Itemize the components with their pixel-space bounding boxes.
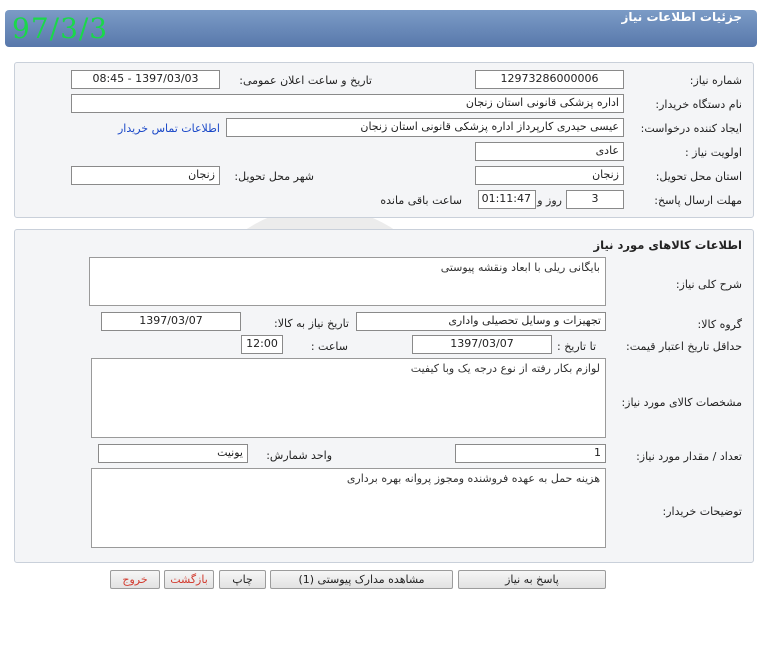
specs-text: لوازم بکار رفته از نوع درجه یک وبا کیفیت	[91, 358, 606, 438]
goods-group-label: گروه کالا:	[697, 318, 742, 331]
unit-field: یونیت	[98, 444, 248, 463]
days-label: روز و	[537, 194, 562, 207]
need-date-label: تاریخ نیاز به کالا:	[274, 317, 349, 330]
requester-field: عیسی حیدری کارپرداز اداره پزشکی قانونی ا…	[226, 118, 624, 137]
hour-field: 12:00	[241, 335, 283, 354]
buyer-notes-label: توضیحات خریدار:	[662, 505, 743, 518]
city-label: شهر محل تحویل:	[234, 170, 314, 183]
priority-label: اولویت نیاز :	[684, 146, 742, 159]
goods-group-field: تجهیزات و وسایل تحصیلی واداری	[356, 312, 606, 331]
specs-label: مشخصات کالای مورد نیاز:	[621, 396, 742, 409]
buyer-contact-link[interactable]: اطلاعات تماس خریدار	[118, 122, 220, 135]
to-date-label: تا تاریخ :	[557, 340, 596, 353]
reply-button[interactable]: پاسخ به نیاز	[458, 570, 606, 589]
min-price-date-label: حداقل تاریخ اعتبار قیمت:	[626, 340, 742, 353]
city-field: زنجان	[71, 166, 220, 185]
priority-field: عادی	[475, 142, 624, 161]
deadline-label: مهلت ارسال پاسخ:	[654, 194, 742, 207]
need-number-label: شماره نیاز:	[689, 74, 742, 87]
remaining-label: ساعت باقی مانده	[380, 194, 462, 207]
goods-section-title: اطلاعات کالاهای مورد نیاز	[593, 238, 742, 252]
requester-label: ایجاد کننده درخواست:	[640, 122, 742, 135]
days-field: 3	[566, 190, 624, 209]
buyer-org-field: اداره پزشکی قانونی استان زنجان	[71, 94, 624, 113]
hour-label: ساعت :	[310, 340, 348, 353]
province-label: استان محل تحویل:	[655, 170, 742, 183]
time-remaining-field: 01:11:47	[478, 190, 536, 209]
overlay-date-stamp: 97/3/3	[12, 12, 109, 45]
description-label: شرح کلی نیاز:	[675, 278, 742, 291]
page-title: جزئیات اطلاعات نیاز	[621, 10, 742, 24]
to-date-field: 1397/03/07	[412, 335, 552, 354]
description-text: بایگانی ریلی با ابعاد ونقشه پیوستی	[89, 257, 606, 306]
quantity-label: تعداد / مقدار مورد نیاز:	[636, 450, 742, 463]
announce-label: تاریخ و ساعت اعلان عمومی:	[239, 74, 372, 87]
buyer-notes-text: هزینه حمل به عهده فروشنده ومجوز پروانه ب…	[91, 468, 606, 548]
exit-button[interactable]: خروج	[110, 570, 160, 589]
province-field: زنجان	[475, 166, 624, 185]
back-button[interactable]: بازگشت	[164, 570, 214, 589]
announce-datetime-field: 1397/03/03 - 08:45	[71, 70, 220, 89]
view-attachments-button[interactable]: مشاهده مدارک پیوستی (1)	[270, 570, 453, 589]
unit-label: واحد شمارش:	[266, 449, 332, 462]
need-date-field: 1397/03/07	[101, 312, 241, 331]
quantity-field: 1	[455, 444, 606, 463]
print-button[interactable]: چاپ	[219, 570, 266, 589]
buyer-org-label: نام دستگاه خریدار:	[655, 98, 742, 111]
need-number-field: 12973286000006	[475, 70, 624, 89]
